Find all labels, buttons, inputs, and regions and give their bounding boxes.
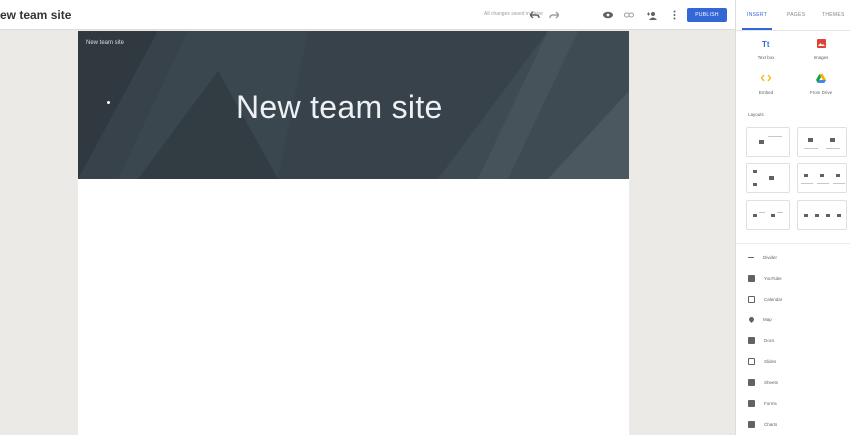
- layout-option-1[interactable]: [746, 127, 790, 157]
- layout-option-3[interactable]: [746, 163, 790, 193]
- forms-icon: [748, 399, 755, 407]
- insert-from-drive[interactable]: From Drive: [801, 74, 841, 95]
- insert-from-drive-label: From Drive: [809, 90, 833, 95]
- tab-insert[interactable]: INSERT: [747, 12, 767, 18]
- site-title[interactable]: ew team site: [0, 8, 71, 22]
- redo-icon[interactable]: [546, 7, 562, 23]
- layouts-label: Layouts: [748, 112, 764, 117]
- sheets-icon: [748, 378, 755, 386]
- insert-images[interactable]: Images: [801, 39, 841, 60]
- component-docs[interactable]: Docs: [748, 334, 774, 346]
- panel-section-divider: [736, 243, 850, 244]
- insert-text-box-label: Text box: [757, 55, 775, 60]
- header-site-name: New team site: [86, 40, 125, 46]
- divider-icon: [748, 256, 754, 258]
- top-bar: ew team site All changes saved in Drive …: [0, 0, 735, 30]
- component-youtube-label: YouTube: [764, 275, 782, 281]
- slides-icon: [748, 357, 755, 365]
- header-title[interactable]: New team site: [236, 89, 443, 126]
- cursor-dot: [107, 101, 110, 104]
- preview-icon[interactable]: [600, 7, 616, 23]
- svg-text:Tt: Tt: [762, 40, 770, 49]
- layout-option-5[interactable]: [746, 200, 790, 230]
- active-tab-indicator: [742, 28, 772, 30]
- insert-embed[interactable]: Embed: [746, 74, 786, 95]
- layout-option-2[interactable]: [797, 127, 847, 157]
- component-youtube[interactable]: YouTube: [748, 272, 782, 284]
- publish-button[interactable]: PUBLISH: [687, 8, 727, 22]
- site-header[interactable]: New team site New team site: [78, 31, 629, 179]
- layout-option-6[interactable]: [797, 200, 847, 230]
- more-vert-icon[interactable]: [666, 7, 682, 23]
- tab-themes[interactable]: THEMES: [822, 12, 845, 18]
- insert-text-box[interactable]: Tt Text box: [746, 39, 786, 60]
- component-docs-label: Docs: [764, 337, 775, 343]
- youtube-icon: [748, 274, 755, 282]
- page-canvas[interactable]: New team site New team site: [78, 31, 629, 435]
- side-panel: INSERT PAGES THEMES Tt Text box Images E…: [735, 0, 850, 435]
- layout-option-4[interactable]: [797, 163, 847, 193]
- calendar-icon: [748, 295, 755, 303]
- component-map-label: Map: [763, 316, 772, 322]
- component-forms-label: Forms: [764, 400, 777, 406]
- images-icon: [801, 39, 841, 51]
- component-map[interactable]: Map: [747, 313, 772, 325]
- panel-tabs: INSERT PAGES THEMES: [736, 0, 850, 31]
- component-divider[interactable]: Divider: [748, 251, 777, 263]
- component-charts[interactable]: Charts: [748, 418, 777, 430]
- component-slides-label: Slides: [764, 358, 777, 364]
- link-icon[interactable]: [621, 7, 637, 23]
- component-calendar-label: Calendar: [764, 296, 783, 302]
- embed-icon: [746, 74, 786, 86]
- component-slides[interactable]: Slides: [748, 355, 776, 367]
- text-box-icon: Tt: [746, 39, 786, 51]
- map-icon: [747, 315, 756, 323]
- component-sheets-label: Sheets: [764, 379, 779, 385]
- insert-embed-label: Embed: [758, 90, 774, 95]
- insert-images-label: Images: [813, 55, 829, 60]
- add-person-icon[interactable]: [644, 7, 660, 23]
- component-sheets[interactable]: Sheets: [748, 376, 778, 388]
- charts-icon: [748, 420, 755, 428]
- drive-icon: [801, 74, 841, 86]
- undo-icon[interactable]: [527, 7, 543, 23]
- docs-icon: [748, 336, 755, 344]
- tab-pages[interactable]: PAGES: [787, 12, 805, 18]
- component-calendar[interactable]: Calendar: [748, 293, 782, 305]
- component-divider-label: Divider: [763, 254, 778, 260]
- component-forms[interactable]: Forms: [748, 397, 777, 409]
- component-charts-label: Charts: [764, 421, 778, 427]
